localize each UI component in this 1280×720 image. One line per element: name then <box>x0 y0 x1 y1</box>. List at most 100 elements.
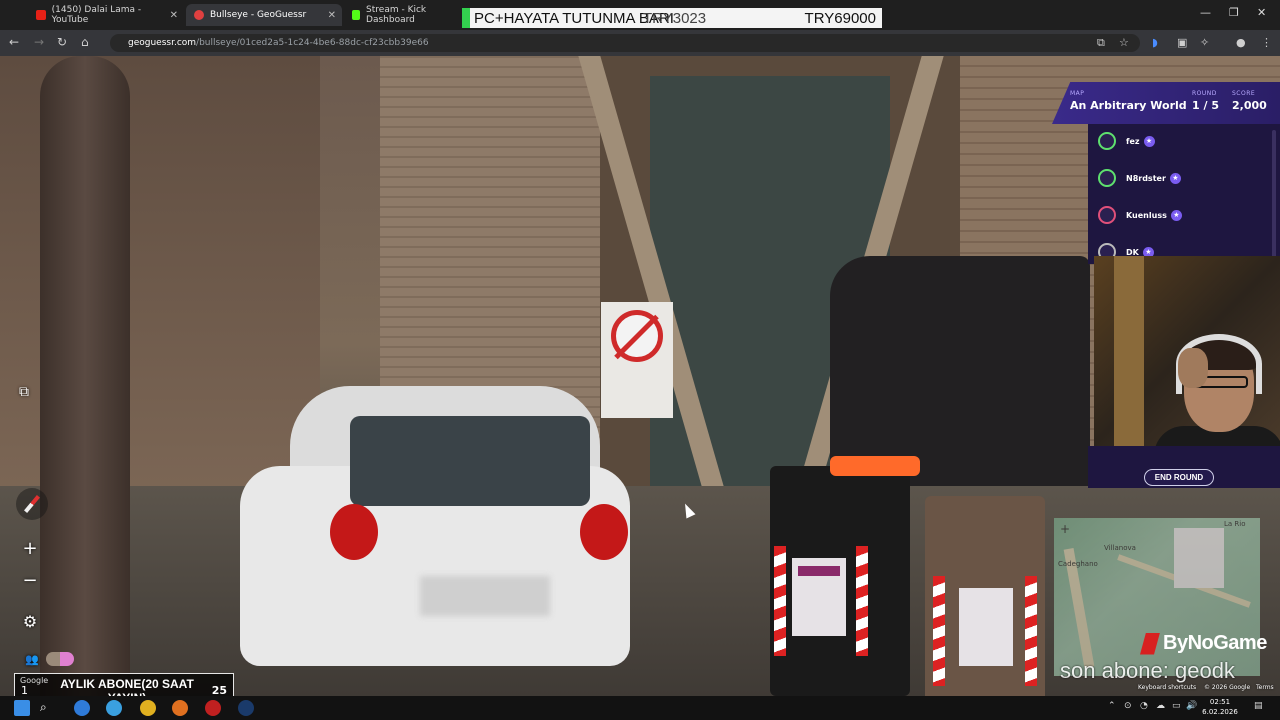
extension-icon[interactable]: ◗ <box>1152 36 1158 49</box>
goal-target: TRY69000 <box>804 9 876 27</box>
player-name: N8rdster <box>1126 173 1166 183</box>
pro-badge-icon: ★ <box>1170 209 1182 221</box>
round-value: 1 / 5 <box>1192 99 1219 112</box>
player-item[interactable]: Kuenluss ★ <box>1098 205 1182 225</box>
url-input[interactable]: geoguessr.com/bullseye/01ced2a5-1c24-4be… <box>110 34 1140 52</box>
streamer-hand <box>1178 348 1208 388</box>
tray-chevron-icon[interactable]: ⌃ <box>1108 701 1116 711</box>
home-icon[interactable]: ⌂ <box>81 35 89 49</box>
tab-geoguessr[interactable]: Bullseye - GeoGuessr ✕ <box>186 4 342 26</box>
steam-icon[interactable] <box>238 700 254 716</box>
compass[interactable] <box>16 488 48 520</box>
map-town: Cadeghano <box>1058 560 1098 568</box>
round-label: ROUND <box>1192 90 1217 97</box>
player-item[interactable]: fez ★ <box>1098 131 1155 151</box>
close-icon[interactable]: ✕ <box>170 10 178 21</box>
back-icon[interactable]: ← <box>9 35 19 49</box>
volume-icon[interactable]: 🔊 <box>1186 701 1197 711</box>
windows-start-icon[interactable] <box>14 700 30 716</box>
bin-label <box>959 588 1013 666</box>
edge-icon[interactable] <box>74 700 90 716</box>
geoguessr-icon <box>194 10 204 20</box>
bin-stripe <box>933 576 945 686</box>
player-status-ring <box>1098 169 1116 187</box>
player-status-ring <box>1098 206 1116 224</box>
player-name: Kuenluss <box>1126 210 1167 220</box>
blurred-plate <box>420 576 550 616</box>
player-name: fez <box>1126 136 1140 146</box>
restore-icon[interactable]: ❐ <box>1229 6 1239 19</box>
profile-icon[interactable]: ● <box>1236 36 1246 49</box>
end-round-button[interactable]: END ROUND <box>1144 469 1214 486</box>
chrome-icon[interactable] <box>140 700 156 716</box>
forward-icon[interactable]: → <box>34 35 44 49</box>
map-town: Villanova <box>1104 544 1136 552</box>
report-icon[interactable]: ⧉ <box>14 382 34 402</box>
pro-badge-icon: ★ <box>1169 172 1181 184</box>
goal-progress-fill <box>462 8 470 28</box>
media-icon[interactable]: ▣ <box>1177 36 1187 49</box>
stream-goal-banner: PC+HAYATA TUTUNMA BARI TRY3023 TRY69000 <box>462 8 882 28</box>
zoom-out-button[interactable]: − <box>18 570 42 591</box>
address-bar: ← → ↻ ⌂ geoguessr.com/bullseye/01ced2a5-… <box>0 30 1280 56</box>
close-icon[interactable]: ✕ <box>328 10 336 21</box>
avatar-stack <box>46 652 74 666</box>
tray-icon[interactable]: ◔ <box>1140 701 1148 711</box>
network-icon[interactable]: ▭ <box>1172 701 1181 711</box>
score-label: SCORE <box>1232 90 1256 97</box>
webcam-overlay <box>1094 256 1280 446</box>
last-subscriber: son abone: geodk <box>1060 658 1235 683</box>
goal-current: TRY3023 <box>643 9 707 27</box>
puzzle-icon[interactable]: ✧ <box>1200 36 1209 49</box>
player-list: fez ★ N8rdster ★ Kuenluss ★ DK ★ <box>1088 124 1280 264</box>
close-window-icon[interactable]: ✕ <box>1257 6 1266 19</box>
copyright-text: © 2026 Google <box>1204 684 1251 691</box>
tray-icon[interactable]: ⊙ <box>1124 701 1132 711</box>
minimize-icon[interactable]: — <box>1200 6 1211 19</box>
firefox-icon[interactable] <box>172 700 188 716</box>
search-icon[interactable]: ⌕ <box>40 700 56 716</box>
install-icon[interactable]: ⧉ <box>1097 36 1105 50</box>
bin-stripe <box>774 546 786 656</box>
tree-trunk <box>40 56 130 696</box>
bynogame-logo-icon <box>1140 632 1160 655</box>
taskbar: ⌕ ⌃ ⊙ ◔ ☁ ▭ 🔊 02:51 6.02.2026 ▤ <box>0 696 1280 720</box>
tab-bar: (1450) Dalai Lama - YouTube ✕ Bullseye -… <box>0 0 1280 30</box>
google-watermark: Google <box>20 676 49 685</box>
cloud-icon[interactable]: ☁ <box>1156 701 1165 711</box>
people-icon[interactable]: 👥 <box>22 650 42 668</box>
notification-icon[interactable]: ▤ <box>1254 701 1263 711</box>
bin-stripe <box>1025 576 1037 686</box>
bin-label-bar <box>798 566 840 576</box>
webcam-background-door <box>1114 256 1144 446</box>
bookmark-star-icon[interactable]: ☆ <box>1119 36 1129 49</box>
trash-bin <box>770 456 920 696</box>
tail-light <box>580 504 628 560</box>
tab-kick[interactable]: Stream - Kick Dashboard <box>344 4 464 26</box>
reload-icon[interactable]: ↻ <box>57 35 67 49</box>
keyboard-shortcuts-link[interactable]: Keyboard shortcuts <box>1138 684 1196 691</box>
pro-badge-icon: ★ <box>1143 135 1155 147</box>
clock-date: 6.02.2026 <box>1202 708 1238 716</box>
tab-youtube[interactable]: (1450) Dalai Lama - YouTube ✕ <box>28 4 184 26</box>
menu-icon[interactable]: ⋮ <box>1261 36 1272 49</box>
map-label: MAP <box>1070 90 1085 97</box>
youtube-icon <box>36 10 46 20</box>
compass-needle-icon <box>24 495 40 513</box>
map-pin-area <box>1174 528 1224 588</box>
clock-time: 02:51 <box>1209 698 1231 706</box>
player-item[interactable]: N8rdster ★ <box>1098 168 1181 188</box>
terms-link[interactable]: Terms <box>1256 684 1274 691</box>
bynogame-text: ByNoGame <box>1163 632 1267 654</box>
zoom-in-button[interactable]: + <box>18 538 42 559</box>
taskbar-clock[interactable]: 02:51 6.02.2026 <box>1200 697 1240 717</box>
obs-icon[interactable] <box>205 700 221 716</box>
app-icon[interactable] <box>106 700 122 716</box>
player-status-ring <box>1098 132 1116 150</box>
map-zoom-in-icon[interactable]: + <box>1060 522 1070 536</box>
settings-gear-icon[interactable]: ⚙ <box>18 610 42 632</box>
car-rear-window <box>350 416 590 506</box>
bynogame-logo: ByNoGame <box>1140 632 1267 655</box>
tab-label: Stream - Kick Dashboard <box>366 5 427 25</box>
map-town: La Rio <box>1224 520 1246 528</box>
